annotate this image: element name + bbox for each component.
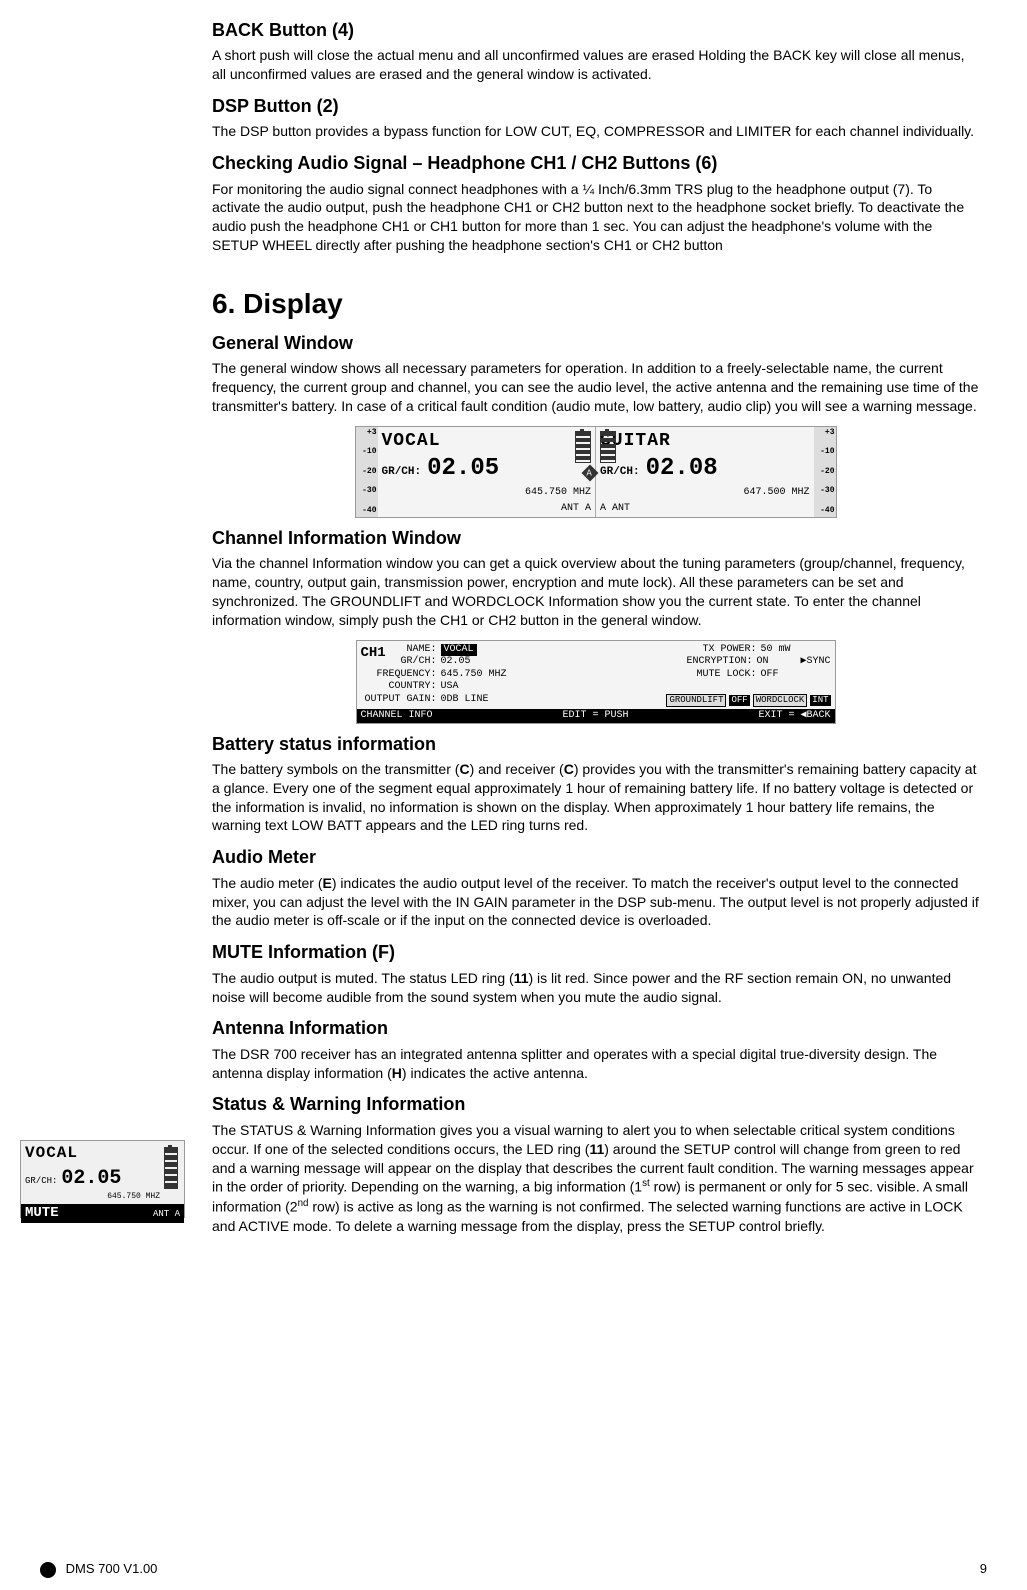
battery-icon (164, 1147, 178, 1189)
battery-icon (600, 431, 616, 463)
heading-channel-info: Channel Information Window (212, 526, 979, 550)
audio-scale-left: +3 -10 -20 -30 -40 (356, 427, 378, 517)
heading-back: BACK Button (4) (212, 18, 979, 42)
ch2-freq: 647.500 MHZ (600, 486, 810, 500)
heading-audio-meter: Audio Meter (212, 845, 979, 869)
heading-antenna-info: Antenna Information (212, 1016, 979, 1040)
mute-label: MUTE (25, 1204, 59, 1223)
mute-freq: 645.750 MHZ (25, 1192, 180, 1203)
heading-status-warning: Status & Warning Information (212, 1092, 979, 1116)
heading-mute-info: MUTE Information (F) (212, 940, 979, 964)
heading-dsp: DSP Button (2) (212, 94, 979, 118)
mute-name: VOCAL (25, 1143, 180, 1165)
general-window-display: +3 -10 -20 -30 -40 VOCAL GR/CH: 02.05 64… (355, 426, 837, 518)
battery-icon (575, 431, 591, 463)
chinfo-name-value: VOCAL (441, 644, 477, 657)
para-check-audio: For monitoring the audio signal connect … (212, 180, 979, 256)
ch1-grch-label: GR/CH: (382, 465, 422, 480)
chinfo-footer-left: CHANNEL INFO (361, 709, 433, 723)
mute-display: VOCAL GR/CH: 02.05 645.750 MHZ MUTE ANT … (20, 1140, 185, 1218)
audio-scale-right: +3 -10 -20 -30 -40 (814, 427, 836, 517)
para-status-warning: The STATUS & Warning Information gives y… (212, 1121, 979, 1236)
ch1-freq: 645.750 MHZ (382, 486, 592, 500)
chinfo-footer-right: EXIT = ◀BACK (758, 709, 830, 723)
chapter-display: 6. Display (212, 285, 979, 323)
heading-general-window: General Window (212, 331, 979, 355)
para-audio-meter: The audio meter (E) indicates the audio … (212, 874, 979, 931)
ch1-ant: ANT A (561, 502, 591, 516)
para-antenna-info: The DSR 700 receiver has an integrated a… (212, 1045, 979, 1083)
chinfo-channel: CH1 (361, 644, 386, 663)
para-channel-info: Via the channel Information window you c… (212, 554, 979, 630)
ch1-name: VOCAL (382, 429, 592, 453)
heading-battery: Battery status information (212, 732, 979, 756)
ch2-grch-value: 02.08 (646, 453, 718, 485)
mute-grch-value: 02.05 (61, 1165, 121, 1192)
para-dsp: The DSP button provides a bypass functio… (212, 122, 979, 141)
para-back: A short push will close the actual menu … (212, 46, 979, 84)
mute-grch-label: GR/CH: (25, 1175, 57, 1187)
ch2-ant: A ANT (600, 502, 630, 516)
sync-indicator: ▶SYNC (800, 656, 830, 669)
ch1-grch-value: 02.05 (427, 453, 499, 485)
para-battery: The battery symbols on the transmitter (… (212, 760, 979, 836)
para-general-window: The general window shows all necessary p… (212, 359, 979, 416)
chinfo-footer-mid: EDIT = PUSH (562, 709, 628, 723)
page-number: 9 (980, 1560, 987, 1578)
heading-check-audio: Checking Audio Signal – Headphone CH1 / … (212, 151, 979, 175)
mute-ant: ANT A (153, 1208, 180, 1220)
para-mute-info: The audio output is muted. The status LE… (212, 969, 979, 1007)
channel-info-display: CH1 NAME: VOCAL TX POWER: 50 mW GR/CH: 0… (356, 640, 836, 724)
brand-logo-icon (40, 1562, 56, 1578)
footer-version: DMS 700 V1.00 (66, 1561, 158, 1576)
ch2-name: GUITAR (600, 429, 810, 453)
ch2-grch-label: GR/CH: (600, 465, 640, 480)
